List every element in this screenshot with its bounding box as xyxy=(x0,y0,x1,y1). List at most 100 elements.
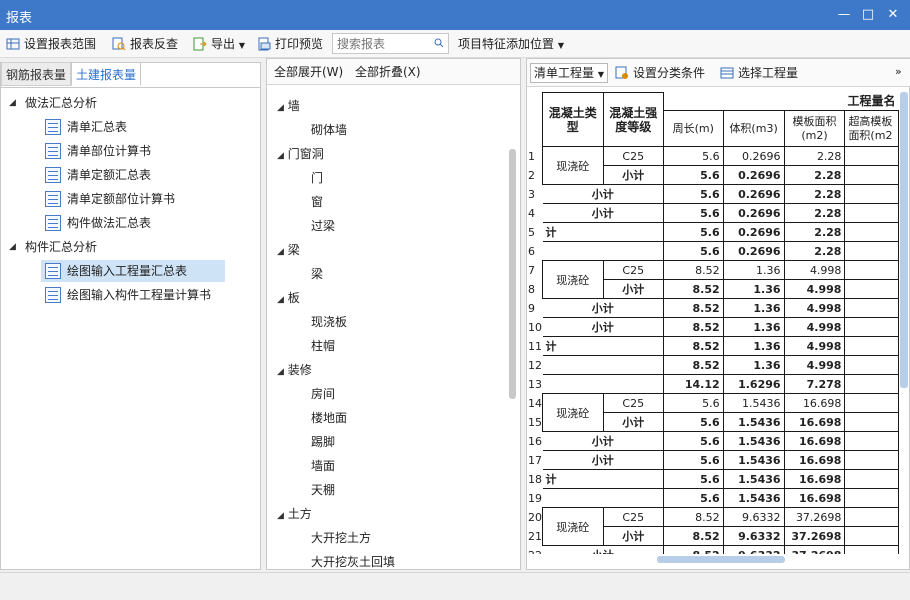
cell-over-height-formwork xyxy=(844,526,899,546)
search-icon[interactable] xyxy=(434,38,444,48)
tab-rebar-report[interactable]: 钢筋报表量 xyxy=(1,62,72,86)
table-row[interactable]: 14 现浇砼 C25 5.6 1.5436 16.698 xyxy=(527,393,899,432)
tree-group-beam[interactable]: ◢ 梁 xyxy=(277,241,300,261)
collapse-all-button[interactable]: 全部折叠(X) xyxy=(355,63,421,81)
close-button[interactable]: ✕ xyxy=(882,5,904,25)
tree-group-door-window[interactable]: ◢ 门窗洞 xyxy=(277,145,324,165)
tree-item-floor[interactable]: 楼地面 xyxy=(311,409,347,427)
tree-group-decoration[interactable]: ◢ 装修 xyxy=(277,361,312,381)
set-range-button[interactable]: 设置报表范围 xyxy=(6,34,96,54)
cell-perimeter: 8.52 xyxy=(662,298,724,318)
cell-volume: 0.2696 xyxy=(722,222,785,242)
tree-item-list-summary[interactable]: 清单汇总表 xyxy=(45,116,127,138)
table-row[interactable]: 10 小计 8.52 1.36 4.998 xyxy=(527,317,899,337)
cell-perimeter: 5.6 xyxy=(662,165,724,185)
tree-item-list-quota-summary[interactable]: 清单定额汇总表 xyxy=(45,164,151,186)
horizontal-scrollbar[interactable] xyxy=(657,556,785,563)
tree-item-cast-slab[interactable]: 现浇板 xyxy=(311,313,347,331)
tree-item-drawing-component-calc[interactable]: 绘图输入构件工程量计算书 xyxy=(45,284,211,306)
cell-concrete-type: 现浇砼 xyxy=(542,507,604,546)
tree-group-method-summary[interactable]: ◢ 做法汇总分析 xyxy=(9,92,97,114)
table-row[interactable]: 19 5.6 1.5436 16.698 xyxy=(527,488,899,508)
tree-item-ceiling[interactable]: 天棚 xyxy=(311,481,335,499)
table-row[interactable]: 18 计 5.6 1.5436 16.698 xyxy=(527,469,899,489)
tree-item-wall-surface[interactable]: 墙面 xyxy=(311,457,335,475)
table-row[interactable]: 5 计 5.6 0.2696 2.28 xyxy=(527,222,899,242)
table-row[interactable]: 7 现浇砼 C25 8.52 1.36 4.998 xyxy=(527,260,899,299)
table-row[interactable]: 4 小计 5.6 0.2696 2.28 xyxy=(527,203,899,223)
minimize-button[interactable]: — xyxy=(833,5,855,25)
tree-actions: 全部展开(W) 全部折叠(X) xyxy=(267,59,520,85)
tree-item-excavation[interactable]: 大开挖土方 xyxy=(311,529,371,547)
export-button[interactable]: 导出 ▼ xyxy=(193,34,245,54)
expand-all-button[interactable]: 全部展开(W) xyxy=(274,63,343,81)
tree-group-slab[interactable]: ◢ 板 xyxy=(277,289,300,309)
vertical-scrollbar[interactable] xyxy=(900,92,908,388)
vertical-scrollbar[interactable] xyxy=(509,149,516,399)
table-row[interactable]: 11 计 8.52 1.36 4.998 xyxy=(527,336,899,356)
cell-over-height-formwork xyxy=(844,431,899,451)
quantity-table-body: 1 现浇砼 C25 5.6 0.2696 2.28 2 小计 5.6 0.2696 2.28 3 小计 5… xyxy=(527,146,899,554)
tab-civil-report[interactable]: 土建报表量 xyxy=(71,62,142,86)
table-row[interactable]: 6 5.6 0.2696 2.28 xyxy=(527,241,899,261)
cell-over-height-formwork xyxy=(844,374,899,394)
tree-item-drawing-qty-summary[interactable]: 绘图输入工程量汇总表 xyxy=(41,260,225,282)
col-header-concrete-grade[interactable]: 混凝土强度等级 xyxy=(602,92,664,147)
cell-perimeter: 5.6 xyxy=(662,469,724,489)
col-header-perimeter[interactable]: 周长(m) xyxy=(662,110,724,147)
table-row[interactable]: 12 8.52 1.36 4.998 xyxy=(527,355,899,375)
cell-grade: C25 xyxy=(602,507,664,527)
row-number: 2 xyxy=(527,165,543,185)
tree-group-wall[interactable]: ◢ 墙 xyxy=(277,97,300,117)
tree-group-earthwork[interactable]: ◢ 土方 xyxy=(277,505,312,525)
tree-item-list-quota-location-calc[interactable]: 清单定额部位计算书 xyxy=(45,188,175,210)
more-icon[interactable]: » xyxy=(895,63,902,81)
set-classify-button[interactable]: 设置分类条件 xyxy=(615,63,705,83)
tree-item-door[interactable]: 门 xyxy=(311,169,323,187)
col-header-concrete-type[interactable]: 混凝土类型 xyxy=(542,92,604,147)
tree-item-window[interactable]: 窗 xyxy=(311,193,323,211)
tree-item-component-method-summary[interactable]: 构件做法汇总表 xyxy=(45,212,151,234)
cell-perimeter: 5.6 xyxy=(662,222,724,242)
tree-item-lintel[interactable]: 过梁 xyxy=(311,217,335,235)
cell-perimeter: 5.6 xyxy=(662,241,724,261)
export-icon xyxy=(193,37,207,51)
tree-item-beam[interactable]: 梁 xyxy=(311,265,323,283)
tree-item-skirting[interactable]: 踢脚 xyxy=(311,433,335,451)
report-category-pane: 钢筋报表量 土建报表量 ◢ 做法汇总分析 清单汇总表 清单部位计算书 清单定额汇… xyxy=(0,62,261,570)
cell-formwork-area: 4.998 xyxy=(783,298,846,318)
select-quantity-button[interactable]: 选择工程量 xyxy=(720,63,798,83)
tree-item-masonry-wall[interactable]: 砌体墙 xyxy=(311,121,347,139)
set-range-label: 设置报表范围 xyxy=(24,37,97,51)
search-input[interactable] xyxy=(332,33,449,54)
cell-over-height-formwork xyxy=(844,336,899,356)
table-row[interactable]: 1 现浇砼 C25 5.6 0.2696 2.28 xyxy=(527,146,899,185)
tree-item-list-location-calc[interactable]: 清单部位计算书 xyxy=(45,140,151,162)
table-row[interactable]: 16 小计 5.6 1.5436 16.698 xyxy=(527,431,899,451)
cell-formwork-area: 16.698 xyxy=(783,488,846,508)
table-row[interactable]: 20 现浇砼 C25 8.52 9.6332 37.2698 xyxy=(527,507,899,546)
row-number: 9 xyxy=(527,298,543,318)
col-header-formwork-area[interactable]: 模板面积(m2) xyxy=(783,110,846,147)
maximize-button[interactable]: □ xyxy=(857,5,879,25)
table-row[interactable]: 3 小计 5.6 0.2696 2.28 xyxy=(527,184,899,204)
table-row[interactable]: 17 小计 5.6 1.5436 16.698 xyxy=(527,450,899,470)
report-check-button[interactable]: 报表反查 xyxy=(112,34,178,54)
quantity-type-select[interactable]: 清单工程量 ▼ xyxy=(530,63,608,83)
table-row[interactable]: 9 小计 8.52 1.36 4.998 xyxy=(527,298,899,318)
table-row[interactable]: 22小计8.529.633237.2698 xyxy=(527,545,899,554)
print-preview-button[interactable]: 打印预览 xyxy=(257,34,323,54)
tree-item-room[interactable]: 房间 xyxy=(311,385,335,403)
cell-perimeter: 5.6 xyxy=(662,412,724,432)
add-position-dropdown[interactable]: 项目特征添加位置 ▼ xyxy=(458,34,564,54)
col-header-volume[interactable]: 体积(m3) xyxy=(722,110,785,147)
cell-subtotal-label: 计 xyxy=(542,222,664,242)
tree-item-column-cap[interactable]: 柱帽 xyxy=(311,337,335,355)
tree-group-component-summary[interactable]: ◢ 构件汇总分析 xyxy=(9,236,97,258)
table-row[interactable]: 13 14.12 1.6296 7.278 xyxy=(527,374,899,394)
cell-volume: 0.2696 xyxy=(722,165,785,185)
tree-item-lime-backfill[interactable]: 大开挖灰土回填 xyxy=(311,553,395,571)
col-header-over-height-formwork[interactable]: 超高模板面积(m2 xyxy=(844,110,899,147)
cell-grade: C25 xyxy=(602,393,664,413)
cell-formwork-area: 16.698 xyxy=(783,431,846,451)
